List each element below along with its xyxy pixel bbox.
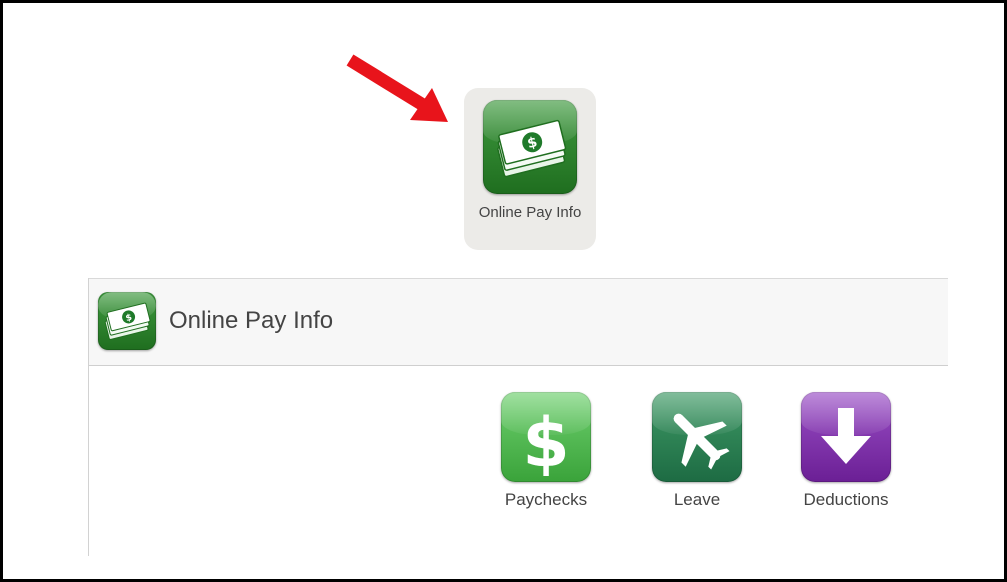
online-pay-info-tile[interactable]: $ Online Pay Info <box>464 88 596 250</box>
paychecks-label: Paychecks <box>504 490 588 509</box>
deductions-app[interactable]: Deductions <box>786 392 906 510</box>
airplane-icon <box>652 392 742 482</box>
leave-app[interactable]: Leave <box>637 392 757 510</box>
leave-label: Leave <box>673 490 721 509</box>
money-icon: $ <box>98 292 156 350</box>
red-pointer-arrow-icon <box>346 54 448 122</box>
panel-header: $ Online Pay Info <box>89 278 948 366</box>
panel-title: Online Pay Info <box>169 307 334 334</box>
deductions-label: Deductions <box>803 490 889 509</box>
online-pay-info-label: Online Pay Info <box>478 204 582 221</box>
dollar-sign-icon: $ <box>501 392 591 482</box>
arrow-down-icon <box>801 392 891 482</box>
paychecks-app[interactable]: $ Paychecks <box>486 392 606 510</box>
svg-text:$: $ <box>522 404 569 482</box>
online-pay-info-panel: $ Online Pay Info $ Paychecks Leave Dedu… <box>88 278 949 556</box>
money-icon: $ <box>483 100 577 194</box>
